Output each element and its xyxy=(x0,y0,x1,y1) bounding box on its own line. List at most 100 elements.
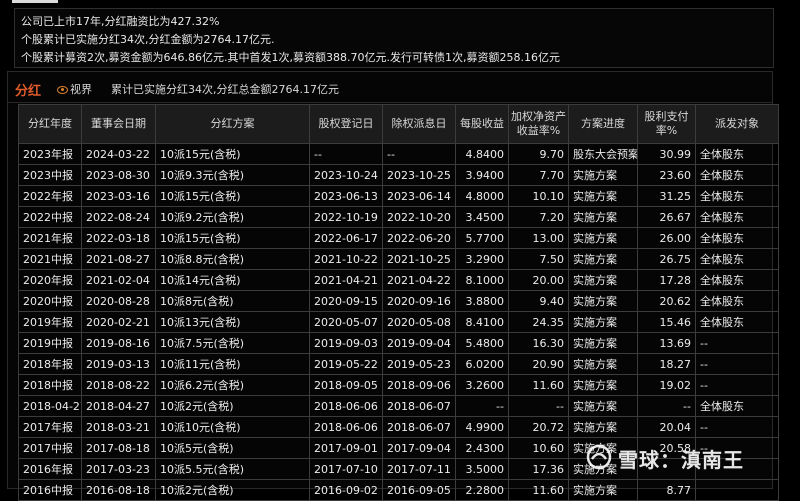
table-row: 2016中报 2016-08-18 10派2元(含税) 2016-09-02 2016-… xyxy=(18,479,779,501)
cell-eps: 6.0200 xyxy=(455,353,509,375)
col-header-payout[interactable]: 股利支付率% xyxy=(637,104,696,144)
cell-payout: 20.62 xyxy=(637,290,696,312)
cell-roe: 7.50 xyxy=(508,248,569,270)
cell-progress: 实施方案 xyxy=(568,185,638,207)
cell-plan: 10派7.5元(含税) xyxy=(155,332,310,354)
cell-ex-date: 2021-04-22 xyxy=(382,269,456,291)
cell-board-date: 2021-08-27 xyxy=(81,248,156,270)
table-row: 2018年报 2019-03-13 10派11元(含税) 2019-05-22 2019… xyxy=(18,353,779,375)
cell-roe: 11.60 xyxy=(508,374,569,396)
cell-board-date: 2023-08-30 xyxy=(81,164,156,186)
cell-record-date: 2017-09-01 xyxy=(309,437,383,459)
view-link[interactable]: 视界 xyxy=(70,81,92,97)
col-header-ex-date[interactable]: 除权派息日 xyxy=(382,104,456,144)
cell-eps: 3.8800 xyxy=(455,290,509,312)
cell-plan: 10派2元(含税) xyxy=(155,395,310,417)
cell-roe: 20.90 xyxy=(508,353,569,375)
cell-progress: 实施方案 xyxy=(568,416,638,438)
cell-payout: 19.02 xyxy=(637,374,696,396)
cell-record-date: 2017-07-10 xyxy=(309,458,383,480)
eye-icon[interactable] xyxy=(57,86,68,94)
cell-target: 全体股东 xyxy=(695,311,779,333)
cell-year: 2020年报 xyxy=(18,269,82,291)
cell-payout: 17.28 xyxy=(637,269,696,291)
cell-record-date: 2023-06-13 xyxy=(309,185,383,207)
cell-year: 2019年报 xyxy=(18,311,82,333)
cell-target: 全体股东 xyxy=(695,206,779,228)
cell-target: 全体股东 xyxy=(695,227,779,249)
cell-roe: 9.40 xyxy=(508,290,569,312)
col-header-record-date[interactable]: 股权登记日 xyxy=(309,104,383,144)
cell-ex-date: 2016-09-05 xyxy=(382,479,456,501)
cell-ex-date: 2020-05-08 xyxy=(382,311,456,333)
cell-record-date: 2019-09-03 xyxy=(309,332,383,354)
cell-progress: 实施方案 xyxy=(568,353,638,375)
cell-roe: 24.35 xyxy=(508,311,569,333)
col-header-progress[interactable]: 方案进度 xyxy=(568,104,638,144)
cell-payout: 8.77 xyxy=(637,479,696,501)
table-row: 2023年报 2024-03-22 10派15元(含税) -- -- 4.8400 9.70… xyxy=(18,143,779,165)
cell-record-date: 2022-06-17 xyxy=(309,227,383,249)
cell-record-date: 2018-06-06 xyxy=(309,416,383,438)
cell-eps: 4.8400 xyxy=(455,143,509,165)
cell-target: 全体股东 xyxy=(695,290,779,312)
cell-roe: 11.60 xyxy=(508,479,569,501)
snowball-icon xyxy=(586,444,612,470)
cell-board-date: 2022-03-18 xyxy=(81,227,156,249)
summary-line-dividend: 个股累计已实施分红34次,分红金额为2764.17亿元. xyxy=(21,33,275,46)
col-header-roe[interactable]: 加权净资产收益率% xyxy=(508,104,569,144)
table-row: 2019年报 2020-02-21 10派13元(含税) 2020-05-07 2020… xyxy=(18,311,779,333)
cell-ex-date: 2017-09-04 xyxy=(382,437,456,459)
cell-ex-date: 2018-06-07 xyxy=(382,416,456,438)
cell-plan: 10派15元(含税) xyxy=(155,143,310,165)
cell-progress: 实施方案 xyxy=(568,311,638,333)
cell-roe: 17.36 xyxy=(508,458,569,480)
cell-year: 2016中报 xyxy=(18,479,82,501)
cell-payout: 26.75 xyxy=(637,248,696,270)
cell-payout: 18.27 xyxy=(637,353,696,375)
cell-year: 2018中报 xyxy=(18,374,82,396)
table-row: 2018中报 2018-08-22 10派6.2元(含税) 2018-09-05 201… xyxy=(18,374,779,396)
cell-eps: 3.5000 xyxy=(455,458,509,480)
cell-record-date: 2023-10-24 xyxy=(309,164,383,186)
cell-progress: 实施方案 xyxy=(568,395,638,417)
cell-record-date: 2020-09-15 xyxy=(309,290,383,312)
cell-target: -- xyxy=(695,353,779,375)
cell-ex-date: 2021-10-25 xyxy=(382,248,456,270)
cell-plan: 10派8元(含税) xyxy=(155,290,310,312)
cell-roe: 16.30 xyxy=(508,332,569,354)
cell-record-date: 2018-09-05 xyxy=(309,374,383,396)
cell-plan: 10派15元(含税) xyxy=(155,227,310,249)
cell-board-date: 2018-08-22 xyxy=(81,374,156,396)
cell-eps: 8.1000 xyxy=(455,269,509,291)
col-header-plan[interactable]: 分红方案 xyxy=(155,104,310,144)
col-header-target[interactable]: 派发对象 xyxy=(695,104,779,144)
cell-year: 2019中报 xyxy=(18,332,82,354)
cell-roe: 7.20 xyxy=(508,206,569,228)
cell-board-date: 2021-02-04 xyxy=(81,269,156,291)
cell-target: -- xyxy=(695,374,779,396)
cell-payout: 15.46 xyxy=(637,311,696,333)
cell-plan: 10派9.3元(含税) xyxy=(155,164,310,186)
cell-year: 2022年报 xyxy=(18,185,82,207)
cell-target: 全体股东 xyxy=(695,248,779,270)
cell-payout: 26.67 xyxy=(637,206,696,228)
cell-roe: 10.60 xyxy=(508,437,569,459)
table-row: 2018-04-27 2018-04-27 10派2元(含税) 2018-06-06 2… xyxy=(18,395,779,417)
table-row: 2022中报 2022-08-24 10派9.2元(含税) 2022-10-19 202… xyxy=(18,206,779,228)
watermark-text: 雪球：滇南王 xyxy=(618,448,744,472)
section-summary: 累计已实施分红34次,分红总金额2764.17亿元 xyxy=(111,83,339,96)
cell-plan: 10派2元(含税) xyxy=(155,479,310,501)
cell-eps: 5.4800 xyxy=(455,332,509,354)
cell-board-date: 2017-08-18 xyxy=(81,437,156,459)
col-header-board-date[interactable]: 董事会日期 xyxy=(81,104,156,144)
cell-year: 2016年报 xyxy=(18,458,82,480)
col-header-year[interactable]: 分红年度 xyxy=(18,104,82,144)
cell-record-date: 2021-10-22 xyxy=(309,248,383,270)
cell-roe: 9.70 xyxy=(508,143,569,165)
cell-progress: 实施方案 xyxy=(568,269,638,291)
cell-record-date: 2021-04-21 xyxy=(309,269,383,291)
cell-plan: 10派8.8元(含税) xyxy=(155,248,310,270)
cell-board-date: 2018-04-27 xyxy=(81,395,156,417)
col-header-eps[interactable]: 每股收益 xyxy=(455,104,509,144)
